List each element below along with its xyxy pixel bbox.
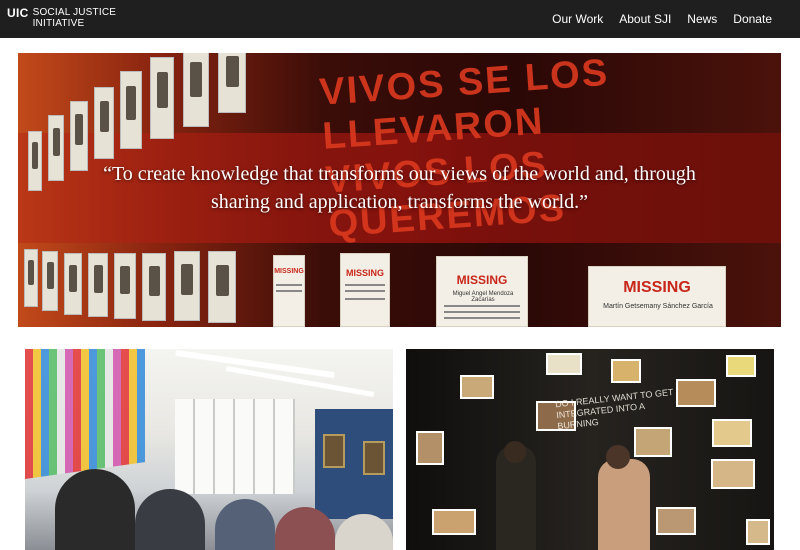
wall-lettering: VIVOS SE LOS LLEVARON VIVOS LOS QUEREMOS (318, 53, 781, 247)
quilt-wall (25, 349, 145, 479)
classroom-photo[interactable] (25, 349, 393, 550)
audience-member (135, 489, 205, 550)
wall-card (120, 71, 142, 149)
pinned-photo (546, 353, 582, 375)
chalkboard-wall-photo[interactable]: DO I REALLY WANT TO GET INTEGRATED INTO … (406, 349, 774, 550)
nav-our-work[interactable]: Our Work (552, 12, 603, 26)
logo-line-2: INITIATIVE (32, 18, 85, 29)
poster-title: MISSING (456, 273, 508, 287)
portrait (363, 441, 385, 475)
audience-member (55, 469, 135, 550)
wall-card (183, 53, 209, 127)
nav-donate[interactable]: Donate (733, 12, 772, 26)
pinned-photo (711, 459, 755, 489)
wall-card (150, 57, 174, 139)
top-navigation-bar: UIC SOCIAL JUSTICE INITIATIVE Our Work A… (0, 0, 800, 38)
pinned-photo (432, 509, 476, 535)
pinned-photo (712, 419, 752, 447)
poster-name: Miguel Angel Mendoza Zacarías (452, 291, 514, 303)
main-nav: Our Work About SJI News Donate (552, 0, 800, 38)
wall-card (218, 53, 246, 113)
hero-quote-line-2: sharing and application, transforms the … (210, 191, 589, 213)
poster-title: MISSING (623, 279, 691, 296)
wall-card (88, 253, 108, 317)
windows (175, 399, 295, 494)
wall-card (94, 87, 114, 159)
hero-quote: “To create knowledge that transforms our… (18, 160, 781, 216)
wall-card (24, 249, 38, 307)
pinned-photo (634, 427, 672, 457)
pinned-photo (611, 359, 641, 383)
audience-member (335, 514, 393, 550)
pinned-photo (676, 379, 716, 407)
poster-title: MISSING (345, 268, 384, 278)
visitor-head (606, 445, 630, 469)
pinned-photo (416, 431, 444, 465)
hero-banner: MISSING MISSING MISSING Miguel Angel Men… (18, 53, 781, 327)
pinned-photo (726, 355, 756, 377)
poster-name: Martín Getsemany Sánchez García (603, 303, 713, 310)
nav-about-sji[interactable]: About SJI (619, 12, 671, 26)
audience-member (215, 499, 275, 550)
wall-card (114, 253, 136, 319)
pinned-photo (656, 507, 696, 535)
visitor-head (504, 441, 526, 463)
wall-card (142, 253, 166, 321)
visitor-silhouette (598, 459, 650, 550)
logo-name: SOCIAL JUSTICE INITIATIVE (33, 7, 117, 29)
nav-news[interactable]: News (687, 12, 717, 26)
wall-card (208, 251, 236, 323)
wall-card (42, 251, 58, 311)
pinned-photo (460, 375, 494, 399)
portrait (323, 434, 345, 468)
poster-title: MISSING (274, 268, 304, 275)
site-logo[interactable]: UIC SOCIAL JUSTICE INITIATIVE (7, 7, 116, 29)
logo-line-1: SOCIAL JUSTICE (32, 7, 117, 18)
pinned-photo (746, 519, 770, 545)
missing-poster: MISSING Martín Getsemany Sánchez García (588, 266, 726, 327)
hero-quote-line-1: “To create knowledge that transforms our… (103, 163, 696, 185)
missing-poster: MISSING (273, 255, 305, 327)
logo-mark: UIC (7, 6, 29, 20)
wall-card (64, 253, 82, 315)
missing-poster: MISSING (340, 253, 390, 327)
missing-poster: MISSING Miguel Angel Mendoza Zacarías (436, 256, 528, 327)
wall-card (174, 251, 200, 321)
